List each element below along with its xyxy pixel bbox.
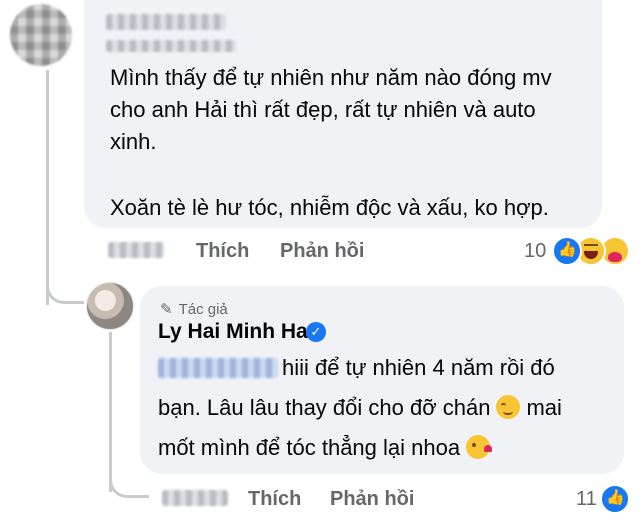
reaction-count[interactable]: 11 — [576, 488, 597, 511]
mention-redacted[interactable] — [158, 358, 278, 378]
commenter-name-redacted[interactable] — [106, 14, 226, 30]
author-avatar[interactable] — [86, 282, 134, 330]
reply-text: mai — [526, 395, 562, 420]
reply-timestamp-redacted[interactable] — [162, 490, 228, 506]
reaction-count[interactable]: 10 — [524, 240, 546, 263]
like-icon[interactable] — [600, 484, 630, 514]
author-badge: ✎ Tác giả — [160, 300, 228, 318]
reply-line: mốt mình để tóc thẳng lại nhoa — [158, 432, 493, 464]
comment-line: cho anh Hải thì rất đẹp, rất tự nhiên và… — [110, 97, 536, 122]
reply-text: mốt mình để tóc thẳng lại nhoa — [158, 435, 461, 460]
thread-connector — [46, 70, 49, 305]
comment-line: Mình thấy để tự nhiên như năm nào đóng m… — [110, 65, 552, 90]
verified-badge-icon: ✓ — [306, 322, 326, 342]
reply-text: bạn. Lâu lâu thay đổi cho đỡ chán — [158, 395, 491, 420]
reply-button[interactable]: Phản hồi — [280, 240, 364, 263]
reply-line: bạn. Lâu lâu thay đổi cho đỡ chán mai — [158, 392, 562, 424]
comment-paragraph-2: Xoăn tè lè hư tóc, nhiễm độc và xấu, ko … — [110, 195, 549, 220]
commenter-avatar[interactable] — [10, 4, 72, 66]
reply-button[interactable]: Phản hồi — [330, 488, 414, 511]
author-badge-label: Tác giả — [178, 301, 228, 318]
like-button[interactable]: Thích — [248, 488, 301, 511]
pencil-icon: ✎ — [160, 301, 173, 318]
comment-text: Mình thấy để tự nhiên như năm nào đóng m… — [110, 62, 590, 158]
like-button[interactable]: Thích — [196, 240, 249, 263]
reply-line: hiii để tự nhiên 4 năm rồi đó — [282, 355, 555, 380]
commenter-subtitle-redacted — [106, 40, 236, 52]
comment-thread: Mình thấy để tự nhiên như năm nào đóng m… — [0, 0, 644, 528]
author-name[interactable]: Ly Hai Minh Ha — [158, 320, 308, 344]
comment-timestamp-redacted[interactable] — [108, 242, 164, 258]
thread-connector-curve — [46, 272, 84, 304]
like-icon[interactable] — [552, 236, 582, 266]
relieved-face-icon — [496, 395, 521, 419]
kissing-face-icon — [466, 435, 493, 459]
comment-line: xinh. — [110, 129, 157, 154]
